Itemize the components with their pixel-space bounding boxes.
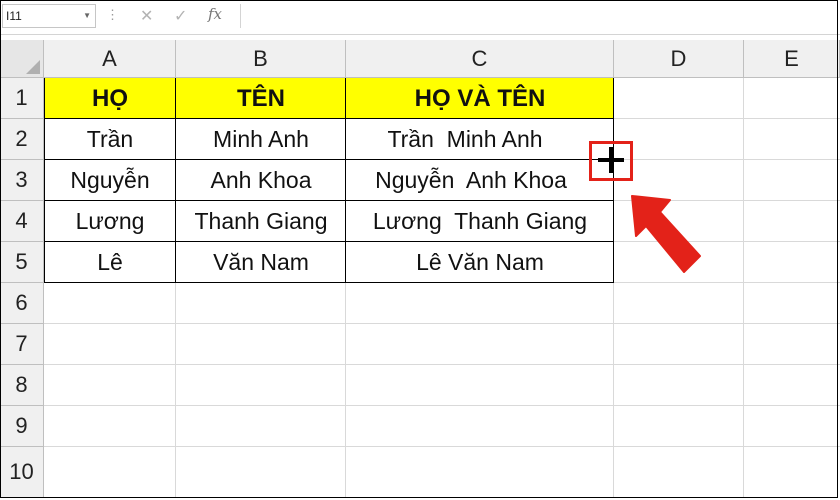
row-header-9[interactable]: 9 xyxy=(0,406,44,447)
table-cell[interactable]: Trần Minh Anh xyxy=(346,119,614,160)
plus-cursor-icon[interactable] xyxy=(597,144,625,176)
row-header-8[interactable]: 8 xyxy=(0,365,44,406)
row-header-6[interactable]: 6 xyxy=(0,283,44,324)
table-cell[interactable]: Minh Anh xyxy=(176,119,346,160)
row-header-2[interactable]: 2 xyxy=(0,119,44,160)
table-cell[interactable]: Lương Thanh Giang xyxy=(346,201,614,242)
row-header-10[interactable]: 10 xyxy=(0,447,44,498)
red-arrow-icon xyxy=(631,195,701,273)
name-box-value: I11 xyxy=(6,9,22,23)
table-cell[interactable]: Lương xyxy=(44,201,176,242)
column-header-b[interactable]: B xyxy=(176,40,346,78)
select-all-triangle-icon xyxy=(26,60,40,74)
table-cell[interactable]: Anh Khoa xyxy=(176,160,346,201)
table-cell[interactable]: Nguyễn xyxy=(44,160,176,201)
column-header-d[interactable]: D xyxy=(614,40,744,78)
cancel-icon[interactable]: ✕ xyxy=(140,6,153,26)
enter-icon[interactable]: ✓ xyxy=(174,6,187,26)
formula-input[interactable] xyxy=(240,4,839,28)
formula-bar: I11 ▼ ⋮ ✕ ✓ fx xyxy=(0,0,840,35)
column-header-e[interactable]: E xyxy=(744,40,840,78)
row-header-3[interactable]: 3 xyxy=(0,160,44,201)
table-cell[interactable]: Trần xyxy=(44,119,176,160)
column-header-c[interactable]: C xyxy=(346,40,614,78)
table-cell[interactable]: Thanh Giang xyxy=(176,201,346,242)
row-header-5[interactable]: 5 xyxy=(0,242,44,283)
select-all-button[interactable] xyxy=(0,40,44,78)
table-cell[interactable]: Văn Nam xyxy=(176,242,346,283)
insert-function-icon[interactable]: fx xyxy=(208,5,222,23)
table-cell[interactable]: Nguyễn Anh Khoa xyxy=(346,160,614,201)
drag-handle-icon[interactable]: ⋮ xyxy=(106,8,119,22)
table-cell[interactable]: Lê xyxy=(44,242,176,283)
name-box[interactable]: I11 ▼ xyxy=(2,4,96,28)
header-cell-ho[interactable]: HỌ xyxy=(44,78,176,119)
row-header-4[interactable]: 4 xyxy=(0,201,44,242)
row-header-7[interactable]: 7 xyxy=(0,324,44,365)
row-header-1[interactable]: 1 xyxy=(0,78,44,119)
table-cell[interactable]: Lê Văn Nam xyxy=(346,242,614,283)
header-cell-ho-va-ten[interactable]: HỌ VÀ TÊN xyxy=(346,78,614,119)
chevron-down-icon[interactable]: ▼ xyxy=(83,11,91,20)
column-header-a[interactable]: A xyxy=(44,40,176,78)
header-cell-ten[interactable]: TÊN xyxy=(176,78,346,119)
